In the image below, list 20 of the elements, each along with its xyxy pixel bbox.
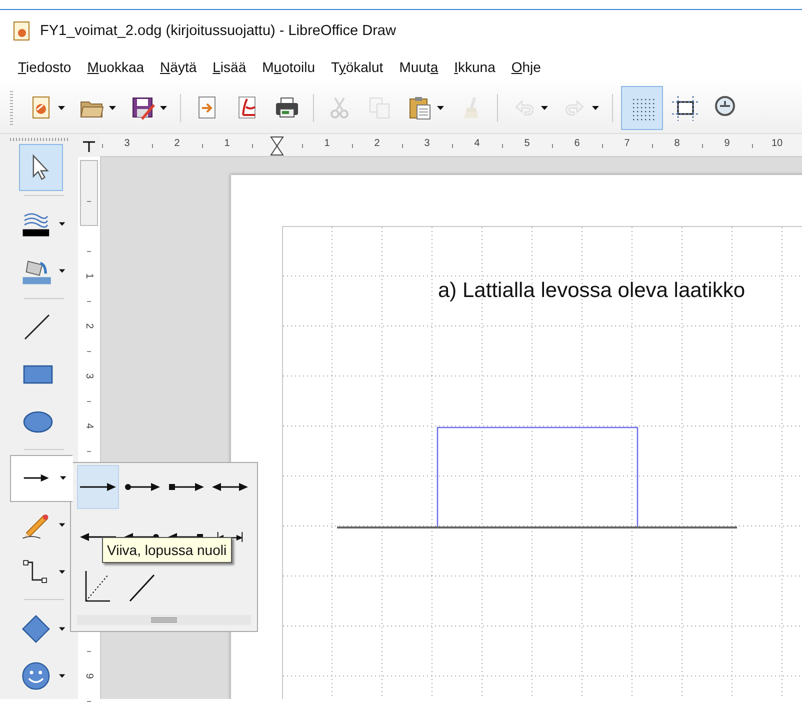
ruler-number: 2 (174, 138, 180, 149)
window-title: FY1_voimat_2.odg (kirjoitussuojattu) - LibreOffice Draw (40, 23, 396, 39)
ruler-number: 9 (724, 138, 730, 149)
ruler-number: 1 (324, 138, 330, 149)
ruler-number: 4 (84, 423, 94, 429)
tooltip: Viiva, lopussa nuoli (102, 537, 232, 563)
ruler-number: 3 (424, 138, 430, 149)
ruler-number: 8 (674, 138, 680, 149)
ruler-number: 2 (374, 138, 380, 149)
ruler-number: 2 (84, 323, 94, 329)
ruler-number: 7 (624, 138, 630, 149)
ruler-number: 6 (574, 138, 580, 149)
ruler-number: 5 (524, 138, 530, 149)
ruler-number: 9 (84, 673, 94, 679)
ruler-number: 3 (84, 373, 94, 379)
ruler-number: 10 (771, 138, 783, 149)
ruler-number: 3 (124, 138, 130, 149)
ruler-number: 1 (224, 138, 230, 149)
ruler-number: 1 (84, 273, 94, 279)
ruler-number: 4 (474, 138, 480, 149)
